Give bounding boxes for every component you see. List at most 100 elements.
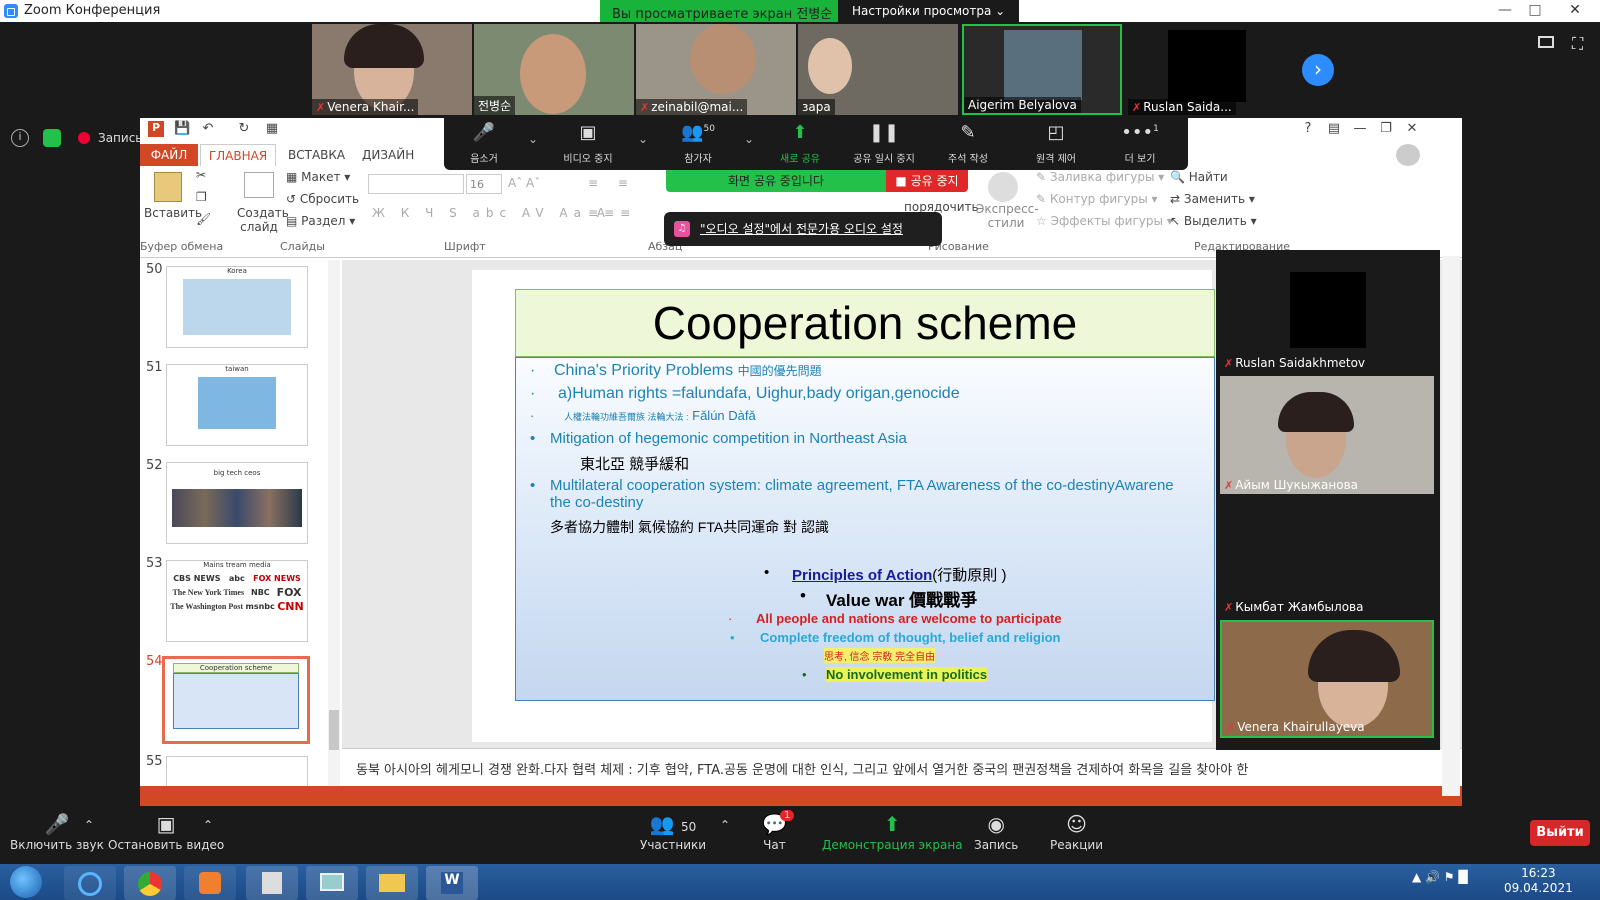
audio-settings-notification[interactable]: ♫ "오디오 설정"에서 전문가용 오디오 설정 bbox=[664, 212, 942, 246]
taskbar-clock[interactable]: 16:23 09.04.2021 bbox=[1504, 866, 1573, 896]
chevron-up-icon[interactable]: ⌃ bbox=[203, 818, 213, 832]
slide-thumb-54-selected[interactable]: Cooperation scheme bbox=[162, 656, 310, 744]
speaker-notes[interactable]: 동북 아시아의 헤게모니 경쟁 완화.다자 협력 체제 : 기후 협약, FTA… bbox=[342, 748, 1462, 786]
scroll-thumb[interactable] bbox=[329, 710, 339, 750]
participant-thumb-active[interactable]: Aigerim Belyalova bbox=[962, 24, 1122, 115]
chat-button[interactable]: 💬 1 Чат bbox=[762, 810, 795, 852]
new-slide-icon[interactable] bbox=[244, 172, 274, 198]
list-buttons[interactable]: ≡ ≡ bbox=[588, 176, 636, 190]
font-style-buttons[interactable]: Ж К Ч S abc AV Aa A bbox=[372, 206, 611, 220]
slide-title[interactable]: Cooperation scheme bbox=[515, 289, 1215, 357]
ppt-restore-icon[interactable]: ❐ bbox=[1378, 121, 1394, 137]
explorer-taskbar-icon[interactable] bbox=[366, 866, 418, 900]
participants-button[interactable]: 👥 50 Участники bbox=[640, 812, 706, 852]
font-size-input[interactable]: 16 bbox=[466, 174, 502, 194]
save-icon[interactable]: 💾 bbox=[174, 121, 190, 137]
format-painter-icon[interactable]: 🖌 bbox=[196, 212, 211, 226]
new-share-button[interactable]: ⬆ 새로 공유 bbox=[760, 122, 840, 165]
replace-button[interactable]: ⇄ Заменить ▾ bbox=[1170, 192, 1255, 206]
speaker-tile[interactable]: ✗ Ruslan Saidakhmetov bbox=[1220, 254, 1434, 372]
display-taskbar-icon[interactable] bbox=[306, 866, 358, 900]
slideshow-icon[interactable]: ▦ bbox=[264, 121, 280, 137]
security-shield-icon[interactable] bbox=[43, 129, 61, 147]
find-button[interactable]: 🔍 Найти bbox=[1170, 170, 1228, 184]
tab-file[interactable]: ФАЙЛ bbox=[140, 144, 198, 166]
chevron-down-icon[interactable]: ⌄ bbox=[638, 132, 648, 146]
fullscreen-icon[interactable]: ⛶ bbox=[1572, 34, 1583, 54]
reactions-button[interactable]: ☺ Реакции bbox=[1050, 812, 1103, 852]
speaker-tile-active[interactable]: ✗ Venera Khairullayeva bbox=[1220, 620, 1434, 738]
section-button[interactable]: ▤ Раздел ▾ bbox=[286, 214, 355, 228]
view-options-button[interactable]: Настройки просмотра ⌄ bbox=[838, 0, 1020, 22]
word-taskbar-icon[interactable]: W bbox=[426, 866, 478, 900]
chevron-down-icon[interactable]: ⌄ bbox=[744, 132, 754, 146]
align-buttons[interactable]: ≡≡≡ bbox=[588, 206, 636, 220]
share-screen-button[interactable]: ⬆ Демонстрация экрана bbox=[822, 812, 963, 852]
ie-taskbar-icon[interactable] bbox=[64, 866, 116, 900]
user-avatar-icon[interactable] bbox=[1396, 144, 1420, 166]
ppt-close-icon[interactable]: ✕ bbox=[1404, 121, 1420, 137]
tab-home[interactable]: ГЛАВНАЯ bbox=[200, 144, 276, 168]
maximize-icon[interactable]: □ bbox=[1520, 0, 1550, 20]
paste-button[interactable]: Вставить bbox=[144, 206, 202, 220]
stop-video-button[interactable]: ▣ 비디오 중지 bbox=[548, 122, 628, 165]
pause-share-button[interactable]: ❚❚ 공유 일시 중지 bbox=[844, 122, 924, 165]
help-icon[interactable]: ? bbox=[1300, 121, 1316, 137]
slide-thumb-53[interactable]: Mains tream media CBS NEWS abc FOX NEWS … bbox=[166, 560, 308, 642]
editor-scrollbar[interactable] bbox=[1442, 256, 1460, 796]
participant-thumb[interactable]: зара bbox=[798, 24, 958, 115]
media-player-taskbar-icon[interactable] bbox=[184, 866, 236, 900]
shape-effects-button[interactable]: ☆ Эффекты фигуры ▾ bbox=[1036, 214, 1173, 228]
close-icon[interactable]: ✕ bbox=[1552, 0, 1598, 20]
annotate-button[interactable]: ✎ 주석 작성 bbox=[928, 122, 1008, 165]
speaker-tile[interactable]: ✗ Айым Шукыжанова bbox=[1220, 376, 1434, 494]
ppt-minimize-icon[interactable]: — bbox=[1352, 121, 1368, 137]
font-grow-icon[interactable]: Aˆ Aˇ bbox=[508, 176, 540, 190]
shape-outline-button[interactable]: ✎ Контур фигуры ▾ bbox=[1036, 192, 1158, 206]
stop-share-button[interactable]: ■ 공유 중지 bbox=[886, 170, 968, 192]
slide-thumb-50[interactable]: Korea bbox=[166, 266, 308, 348]
more-button[interactable]: •••1 더 보기 bbox=[1100, 122, 1180, 165]
chevron-up-icon[interactable]: ⌃ bbox=[84, 818, 94, 832]
participant-thumb[interactable]: ✗ Venera Khair... bbox=[312, 24, 472, 115]
cut-icon[interactable]: ✂ bbox=[196, 168, 206, 182]
slide-thumb-51[interactable]: taiwan bbox=[166, 364, 308, 446]
chevron-up-icon[interactable]: ⌃ bbox=[720, 818, 730, 832]
quick-styles-icon[interactable] bbox=[988, 172, 1018, 202]
layout-button[interactable]: ▦ Макет ▾ bbox=[286, 170, 350, 184]
new-slide-button[interactable]: Создать слайд bbox=[237, 206, 289, 234]
remote-control-button[interactable]: ◰ 원격 제어 bbox=[1016, 122, 1096, 165]
chrome-taskbar-icon[interactable] bbox=[124, 866, 176, 900]
next-page-icon[interactable]: › bbox=[1302, 54, 1334, 86]
minimize-icon[interactable]: — bbox=[1490, 0, 1520, 20]
participant-thumb[interactable]: 전병순 bbox=[474, 24, 634, 115]
mute-button[interactable]: 🎤 음소거 bbox=[444, 122, 524, 165]
tab-design[interactable]: ДИЗАЙН bbox=[362, 148, 414, 162]
info-icon[interactable]: i bbox=[11, 129, 29, 147]
undo-icon[interactable]: ↶ bbox=[200, 121, 216, 137]
slide-body[interactable]: · China's Priority Problems 中國的優先問題 · a)Hu… bbox=[515, 357, 1215, 701]
font-name-input[interactable] bbox=[368, 174, 464, 194]
shape-fill-button[interactable]: ✎ Заливка фигуры ▾ bbox=[1036, 170, 1164, 184]
copy-icon[interactable]: ❐ bbox=[196, 190, 207, 204]
slide-thumb-52[interactable]: big tech ceos bbox=[166, 462, 308, 544]
participant-thumb[interactable]: ✗ Ruslan Saida... bbox=[1128, 24, 1288, 115]
paste-icon[interactable] bbox=[154, 172, 182, 202]
participants-button[interactable]: 👥50 참가자 bbox=[658, 122, 738, 165]
participant-thumb[interactable]: ✗ zeinabil@mai... bbox=[636, 24, 796, 115]
slide-panel-scrollbar[interactable] bbox=[328, 260, 340, 800]
reset-button[interactable]: ↺ Сбросить bbox=[286, 192, 359, 206]
chevron-down-icon[interactable]: ⌄ bbox=[528, 132, 538, 146]
quick-styles-button[interactable]: Экспресс-стили bbox=[976, 202, 1039, 230]
redo-icon[interactable]: ↻ bbox=[236, 121, 252, 137]
system-tray[interactable]: ▲ 🔊 ⚑ █ bbox=[1412, 870, 1468, 884]
view-layout-icon[interactable] bbox=[1538, 36, 1554, 48]
calculator-taskbar-icon[interactable] bbox=[246, 866, 298, 900]
start-button-icon[interactable] bbox=[10, 866, 42, 898]
leave-button[interactable]: Выйти bbox=[1530, 820, 1590, 846]
select-button[interactable]: ↖ Выделить ▾ bbox=[1170, 214, 1257, 228]
speaker-tile[interactable]: ✗ Кымбат Жамбылова bbox=[1220, 498, 1434, 616]
ribbon-options-icon[interactable]: ▤ bbox=[1326, 121, 1342, 137]
record-button[interactable]: ◉ Запись bbox=[974, 812, 1018, 852]
tab-insert[interactable]: ВСТАВКА bbox=[288, 148, 345, 162]
